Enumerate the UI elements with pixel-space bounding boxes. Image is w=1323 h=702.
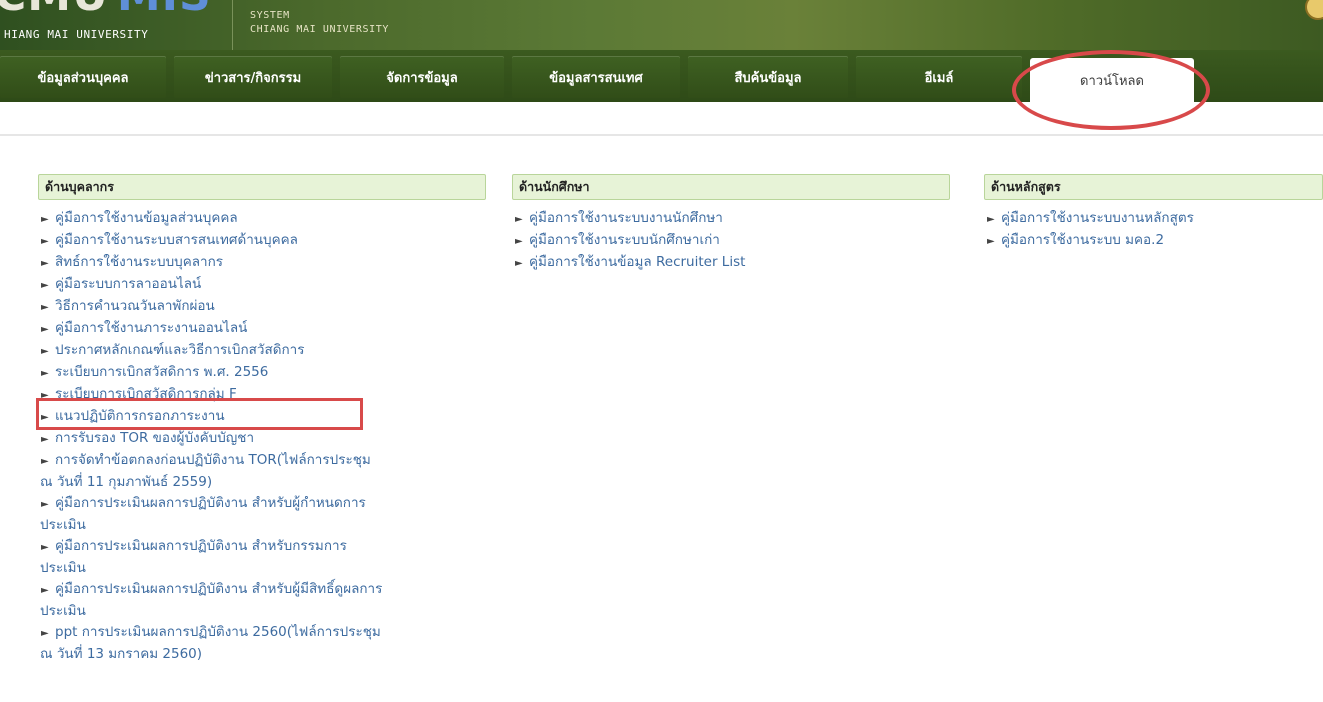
- list-item[interactable]: ► แนวปฏิบัติการกรอกภาระงาน: [41, 406, 491, 428]
- link-text[interactable]: คู่มือการใช้งานระบบ มคอ.2: [1001, 232, 1164, 248]
- tab-information[interactable]: ข้อมูลสารสนเทศ: [512, 56, 680, 98]
- list-item[interactable]: ► คู่มือระบบการลาออนไลน์: [41, 274, 491, 296]
- bullet-arrow-icon: ►: [41, 456, 49, 467]
- bullet-arrow-icon: ►: [41, 368, 49, 379]
- link-text[interactable]: คู่มือระบบการลาออนไลน์: [55, 276, 201, 292]
- link-text[interactable]: คู่มือการประเมินผลการปฏิบัติงาน สำหรับผู…: [55, 495, 366, 511]
- list-item[interactable]: ► ประกาศหลักเกณฑ์และวิธีการเบิกสวัสดิการ: [41, 340, 491, 362]
- link-text[interactable]: คู่มือการใช้งานระบบสารสนเทศด้านบุคคล: [55, 232, 298, 248]
- link-text[interactable]: การจัดทำข้อตกลงก่อนปฏิบัติงาน TOR(ไฟล์กา…: [55, 452, 371, 468]
- bullet-arrow-icon: ►: [41, 585, 49, 596]
- list-item[interactable]: ► สิทธ์การใช้งานระบบบุคลากร: [41, 252, 491, 274]
- personnel-list: ► คู่มือการใช้งานข้อมูลส่วนบุคคล ► คู่มือก…: [40, 208, 491, 665]
- site-logo[interactable]: CMU MIS: [0, 0, 212, 21]
- bullet-arrow-icon: ►: [41, 280, 49, 291]
- header-divider: [232, 0, 233, 50]
- bullet-arrow-icon: ►: [41, 390, 49, 401]
- link-text[interactable]: คู่มือการใช้งานข้อมูล Recruiter List: [529, 254, 745, 270]
- list-item[interactable]: ► คู่มือการใช้งานภาระงานออนไลน์: [41, 318, 491, 340]
- bullet-arrow-icon: ►: [515, 236, 523, 247]
- bullet-arrow-icon: ►: [41, 236, 49, 247]
- bullet-arrow-icon: ►: [515, 258, 523, 269]
- link-text-continued[interactable]: ณ วันที่ 11 กุมภาพันธ์ 2559): [40, 474, 212, 490]
- logo-cmu: CMU: [0, 0, 109, 21]
- link-text-continued[interactable]: ประเมิน: [40, 603, 86, 619]
- link-text-continued[interactable]: ณ วันที่ 13 มกราคม 2560): [40, 646, 202, 662]
- bullet-arrow-icon: ►: [515, 214, 523, 225]
- tab-manage-data[interactable]: จัดการข้อมูล: [340, 56, 504, 98]
- link-text[interactable]: ระเบียบการเบิกสวัสดิการ พ.ศ. 2556: [55, 364, 268, 380]
- bullet-arrow-icon: ►: [41, 499, 49, 510]
- university-subtitle: CHIANG MAI UNIVERSITY: [250, 24, 390, 35]
- list-item[interactable]: ► คู่มือการประเมินผลการปฏิบัติงาน สำหรับผ…: [40, 493, 491, 536]
- students-list: ► คู่มือการใช้งานระบบงานนักศึกษา ► คู่มือก…: [515, 208, 955, 274]
- list-item[interactable]: ► ppt การประเมินผลการปฏิบัติงาน 2560(ไฟล์…: [40, 622, 491, 665]
- section-header-students: ด้านนักศึกษา: [512, 174, 950, 200]
- link-text[interactable]: สิทธ์การใช้งานระบบบุคลากร: [55, 254, 223, 270]
- link-text-continued[interactable]: ประเมิน: [40, 560, 86, 576]
- tab-download[interactable]: ดาวน์โหลด: [1030, 58, 1194, 102]
- list-item-highlighted[interactable]: ► ระเบียบการเบิกสวัสดิการกลุ่ม F: [41, 384, 491, 406]
- list-item[interactable]: ► คู่มือการใช้งานระบบนักศึกษาเก่า: [515, 230, 955, 252]
- bullet-arrow-icon: ►: [41, 434, 49, 445]
- bullet-arrow-icon: ►: [41, 628, 49, 639]
- bullet-arrow-icon: ►: [41, 302, 49, 313]
- link-text[interactable]: คู่มือการประเมินผลการปฏิบัติงาน สำหรับผู…: [55, 581, 382, 597]
- bullet-arrow-icon: ►: [41, 542, 49, 553]
- link-text[interactable]: แนวปฏิบัติการกรอกภาระงาน: [55, 408, 225, 424]
- list-item[interactable]: ► คู่มือการใช้งานระบบสารสนเทศด้านบุคคล: [41, 230, 491, 252]
- link-text[interactable]: การรับรอง TOR ของผู้บังคับบัญชา: [55, 430, 254, 446]
- logo-mis: MIS: [117, 0, 212, 21]
- link-text-continued[interactable]: ประเมิน: [40, 517, 86, 533]
- bullet-arrow-icon: ►: [987, 214, 995, 225]
- bullet-arrow-icon: ►: [41, 346, 49, 357]
- list-item[interactable]: ► คู่มือการใช้งานข้อมูลส่วนบุคคล: [41, 208, 491, 230]
- link-text[interactable]: คู่มือการใช้งานระบบงานหลักสูตร: [1001, 210, 1194, 226]
- link-text[interactable]: ระเบียบการเบิกสวัสดิการกลุ่ม F: [55, 386, 237, 402]
- link-text[interactable]: คู่มือการใช้งานระบบนักศึกษาเก่า: [529, 232, 720, 248]
- link-text[interactable]: คู่มือการประเมินผลการปฏิบัติงาน สำหรับกร…: [55, 538, 347, 554]
- system-label: SYSTEM: [250, 10, 290, 21]
- tab-search[interactable]: สืบค้นข้อมูล: [688, 56, 848, 98]
- list-item[interactable]: ► การรับรอง TOR ของผู้บังคับบัญชา: [41, 428, 491, 450]
- link-text[interactable]: ppt การประเมินผลการปฏิบัติงาน 2560(ไฟล์ก…: [55, 624, 381, 640]
- link-text[interactable]: ประกาศหลักเกณฑ์และวิธีการเบิกสวัสดิการ: [55, 342, 305, 358]
- tab-email[interactable]: อีเมล์: [856, 56, 1022, 98]
- list-item[interactable]: ► คู่มือการประเมินผลการปฏิบัติงาน สำหรับก…: [40, 536, 491, 579]
- list-item[interactable]: ► การจัดทำข้อตกลงก่อนปฏิบัติงาน TOR(ไฟล์ก…: [40, 450, 491, 493]
- bullet-arrow-icon: ►: [41, 412, 49, 423]
- link-text[interactable]: คู่มือการใช้งานระบบงานนักศึกษา: [529, 210, 723, 226]
- section-header-personnel: ด้านบุคลากร: [38, 174, 486, 200]
- link-text[interactable]: วิธีการคำนวณวันลาพักผ่อน: [55, 298, 215, 314]
- link-text[interactable]: คู่มือการใช้งานภาระงานออนไลน์: [55, 320, 247, 336]
- divider: [0, 134, 1323, 136]
- link-text[interactable]: คู่มือการใช้งานข้อมูลส่วนบุคคล: [55, 210, 238, 226]
- bullet-arrow-icon: ►: [41, 214, 49, 225]
- tab-news-activities[interactable]: ข่าวสาร/กิจกรรม: [174, 56, 332, 98]
- list-item[interactable]: ► คู่มือการใช้งานข้อมูล Recruiter List: [515, 252, 955, 274]
- header-badge-icon: [1305, 0, 1323, 20]
- section-header-curriculum: ด้านหลักสูตร: [984, 174, 1323, 200]
- curriculum-list: ► คู่มือการใช้งานระบบงานหลักสูตร ► คู่มือก…: [987, 208, 1323, 252]
- list-item[interactable]: ► คู่มือการใช้งานระบบ มคอ.2: [987, 230, 1323, 252]
- bullet-arrow-icon: ►: [41, 258, 49, 269]
- tab-personal-info[interactable]: ข้อมูลส่วนบุคคล: [0, 56, 166, 98]
- list-item[interactable]: ► วิธีการคำนวณวันลาพักผ่อน: [41, 296, 491, 318]
- university-label: HIANG MAI UNIVERSITY: [4, 28, 149, 41]
- bullet-arrow-icon: ►: [41, 324, 49, 335]
- list-item[interactable]: ► คู่มือการใช้งานระบบงานนักศึกษา: [515, 208, 955, 230]
- list-item[interactable]: ► คู่มือการประเมินผลการปฏิบัติงาน สำหรับผ…: [40, 579, 491, 622]
- list-item[interactable]: ► คู่มือการใช้งานระบบงานหลักสูตร: [987, 208, 1323, 230]
- bullet-arrow-icon: ►: [987, 236, 995, 247]
- list-item[interactable]: ► ระเบียบการเบิกสวัสดิการ พ.ศ. 2556: [41, 362, 491, 384]
- site-header: CMU MIS HIANG MAI UNIVERSITY SYSTEM CHIAN…: [0, 0, 1323, 50]
